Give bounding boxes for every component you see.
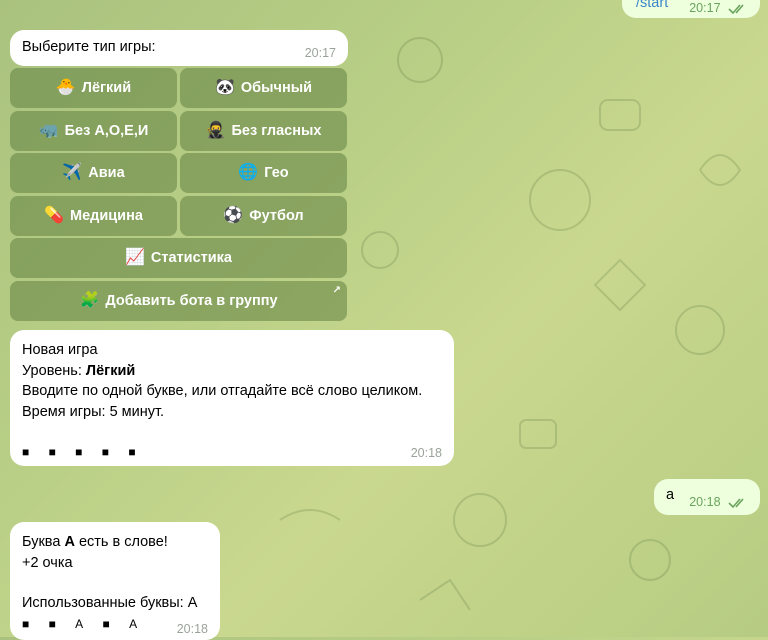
soccer-ball-icon: ⚽ xyxy=(223,207,244,224)
external-link-icon: ↗ xyxy=(332,285,341,296)
incoming-message-letter-found: Буква А есть в слове! +2 очка Использова… xyxy=(10,522,220,640)
button-football[interactable]: ⚽ Футбол xyxy=(180,196,347,236)
incoming-message-choose: Выберите тип игры: 20:17 xyxy=(10,30,348,66)
new-game-title: Новая игра xyxy=(22,342,98,358)
message-time: 20:18 xyxy=(689,495,748,509)
double-check-icon xyxy=(728,498,744,508)
inline-keyboard: 🐣 Лёгкий 🐼 Обычный 🦏 Без А,О,Е,И 🥷 Без г… xyxy=(10,68,348,322)
incoming-message-new-game: Новая игра Уровень: Лёгкий Вводите по од… xyxy=(10,330,454,466)
level-value: Лёгкий xyxy=(85,362,136,379)
chick-icon: 🐣 xyxy=(55,79,76,96)
ninja-icon: 🥷 xyxy=(205,122,226,139)
button-no-aoei[interactable]: 🦏 Без А,О,Е,И xyxy=(10,111,177,151)
button-medicine[interactable]: 💊 Медицина xyxy=(10,196,177,236)
button-no-vowels[interactable]: 🥷 Без гласных xyxy=(180,111,347,151)
airplane-icon: ✈️ xyxy=(62,164,83,181)
found-letter: А xyxy=(64,534,75,550)
button-statistics[interactable]: 📈 Статистика xyxy=(10,238,347,278)
rhino-icon: 🦏 xyxy=(38,122,59,139)
message-time: 20:17 xyxy=(304,46,336,60)
level-line: Уровень: Лёгкий xyxy=(22,362,136,379)
puzzle-piece-icon: 🧩 xyxy=(79,292,100,309)
button-geo[interactable]: 🌐 Гео xyxy=(180,153,347,193)
message-text: а xyxy=(666,487,675,503)
globe-icon: 🌐 xyxy=(238,164,259,181)
command-text[interactable]: /start xyxy=(636,0,668,11)
word-mask: ■ ■ ■ ■ ■ xyxy=(22,445,144,459)
chart-increasing-icon: 📈 xyxy=(125,249,145,266)
button-easy[interactable]: 🐣 Лёгкий xyxy=(10,68,177,108)
double-check-icon xyxy=(728,4,744,14)
pill-icon: 💊 xyxy=(44,207,64,224)
message-time: 20:18 xyxy=(410,446,442,460)
game-time-text: Время игры: 5 минут. xyxy=(22,403,165,420)
outgoing-message-start: /start 20:17 xyxy=(622,0,760,18)
message-time: 20:17 xyxy=(689,1,748,15)
button-add-bot-to-group[interactable]: 🧩 Добавить бота в группу ↗ xyxy=(10,281,347,321)
button-avia[interactable]: ✈️ Авиа xyxy=(10,153,177,193)
button-normal[interactable]: 🐼 Обычный xyxy=(180,68,347,108)
message-time: 20:18 xyxy=(176,622,208,636)
message-text: Выберите тип игры: xyxy=(22,39,156,55)
panda-icon: 🐼 xyxy=(214,79,235,96)
used-letters-text: Использованные буквы: А xyxy=(22,595,198,611)
points-text: +2 очка xyxy=(22,554,73,571)
letter-found-line: Буква А есть в слове! xyxy=(22,534,168,550)
outgoing-message-letter: а 20:18 xyxy=(654,479,760,515)
instructions-text: Вводите по одной букве, или отгадайте вс… xyxy=(22,383,423,399)
